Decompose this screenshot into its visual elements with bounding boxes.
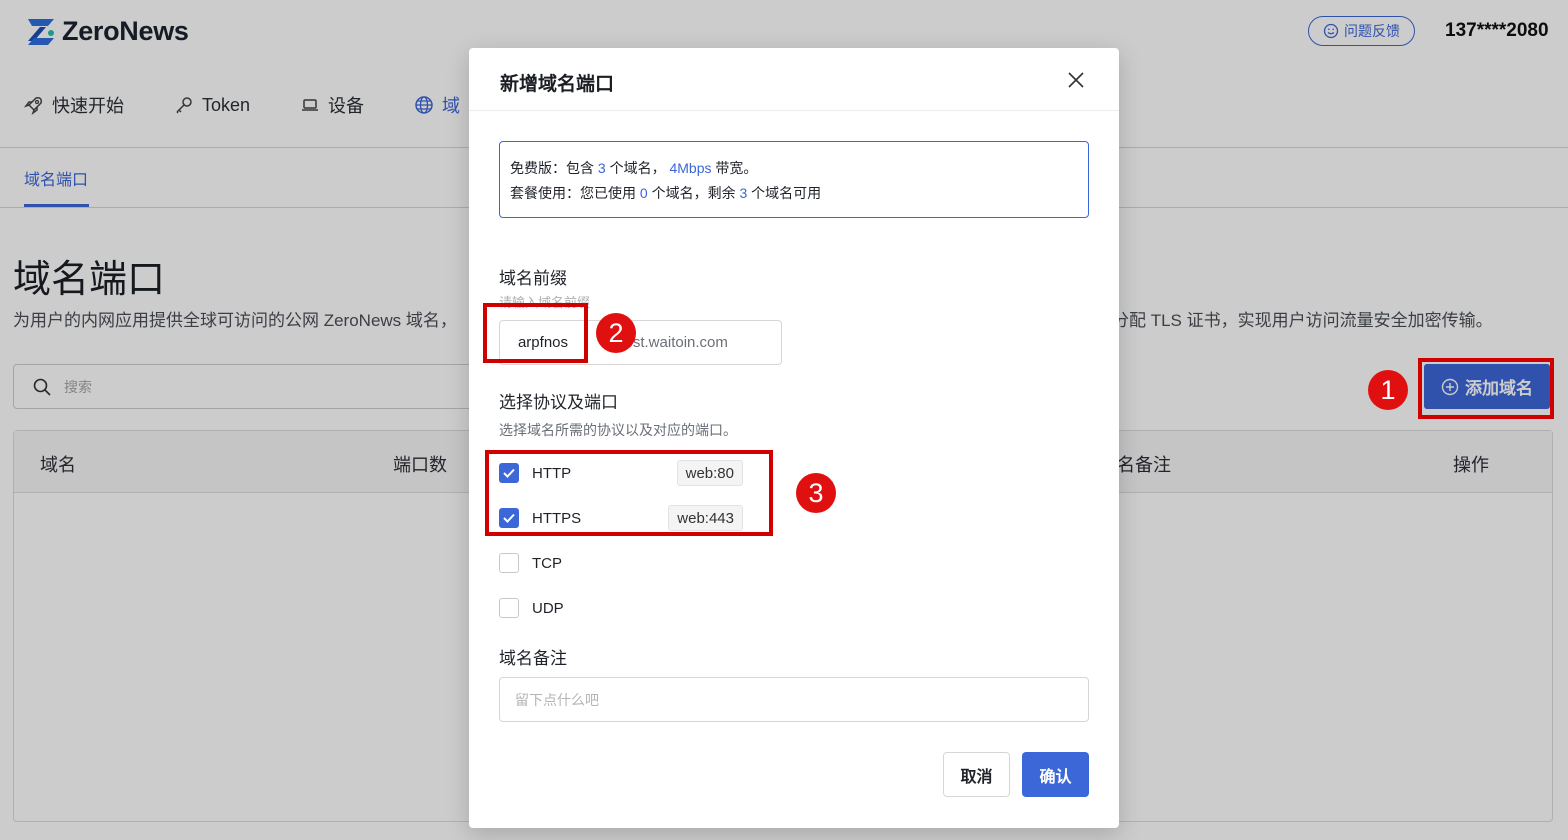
plan-used-count: 0 bbox=[639, 185, 648, 201]
annotation-box-3 bbox=[485, 450, 773, 536]
add-domain-dialog: 新增域名端口 免费版：包含 3 个域名， 4Mbps 带宽。 套餐使用：您已使用… bbox=[469, 48, 1119, 828]
tcp-checkbox[interactable] bbox=[499, 553, 519, 573]
protocol-hint: 选择域名所需的协议以及对应的端口。 bbox=[499, 422, 737, 438]
plan-text: 套餐使用：您已使用 bbox=[510, 185, 636, 201]
protocol-option-udp[interactable]: UDP bbox=[499, 594, 745, 622]
annotation-box-1 bbox=[1418, 358, 1554, 419]
protocol-label: 选择协议及端口 bbox=[499, 393, 618, 412]
annotation-marker-1: 1 bbox=[1368, 370, 1408, 410]
dialog-header-divider bbox=[469, 110, 1119, 111]
plan-remaining-count: 3 bbox=[739, 185, 748, 201]
annotation-box-2 bbox=[483, 303, 588, 363]
plan-line-2: 套餐使用：您已使用 0 个域名，剩余 3 个域名可用 bbox=[510, 181, 1088, 206]
protocol-name: UDP bbox=[532, 599, 564, 617]
remark-label: 域名备注 bbox=[499, 649, 567, 668]
protocol-name: TCP bbox=[532, 554, 562, 572]
plan-text: 个域名，剩余 bbox=[651, 185, 736, 201]
plan-line-1: 免费版：包含 3 个域名， 4Mbps 带宽。 bbox=[510, 156, 1088, 181]
cancel-button[interactable]: 取消 bbox=[943, 752, 1010, 797]
annotation-marker-3: 3 bbox=[796, 473, 836, 513]
prefix-label: 域名前缀 bbox=[499, 269, 567, 288]
plan-domain-count: 3 bbox=[597, 160, 606, 176]
confirm-button[interactable]: 确认 bbox=[1022, 752, 1089, 797]
close-button[interactable] bbox=[1064, 68, 1088, 92]
plan-text: 个域名可用 bbox=[751, 185, 822, 201]
protocol-option-tcp[interactable]: TCP bbox=[499, 549, 745, 577]
annotation-marker-2: 2 bbox=[596, 313, 636, 353]
plan-info: 免费版：包含 3 个域名， 4Mbps 带宽。 套餐使用：您已使用 0 个域名，… bbox=[499, 141, 1089, 218]
plan-bandwidth: 4Mbps bbox=[669, 160, 712, 176]
remark-input[interactable] bbox=[499, 677, 1089, 722]
plan-text: 带宽。 bbox=[715, 160, 758, 176]
dialog-title: 新增域名端口 bbox=[500, 74, 615, 95]
plan-text: 免费版：包含 bbox=[510, 160, 594, 176]
plan-text: 个域名， bbox=[609, 160, 666, 176]
close-icon bbox=[1068, 72, 1084, 88]
udp-checkbox[interactable] bbox=[499, 598, 519, 618]
